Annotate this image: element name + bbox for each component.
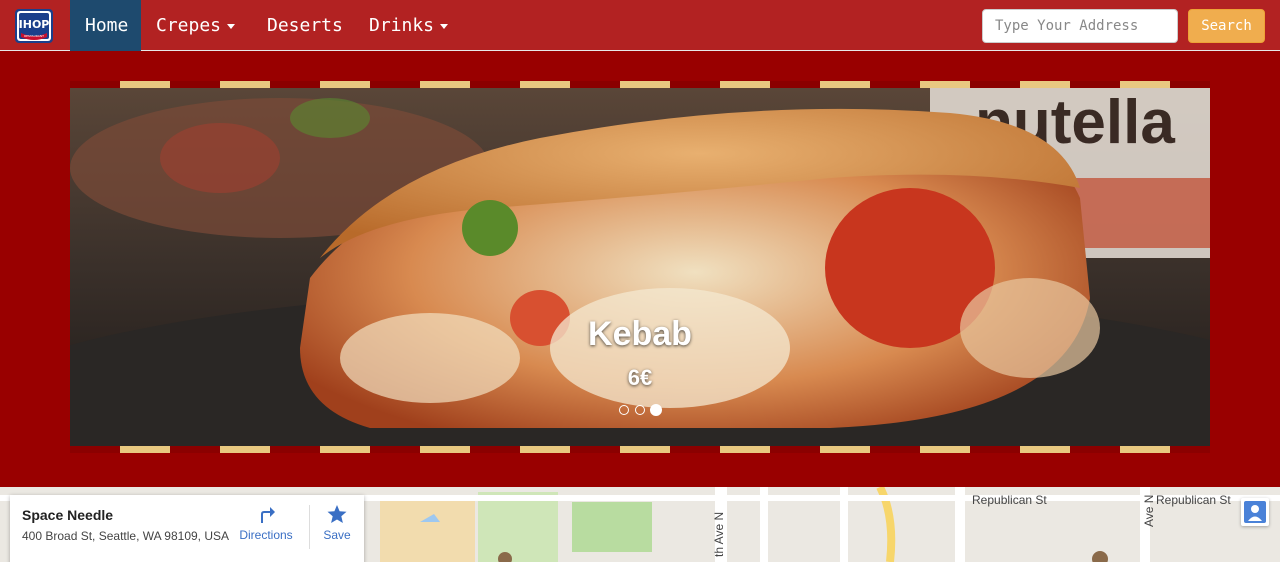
street-label: Ave N [1142,494,1156,527]
logo-subtext: RESTAURANT [24,34,44,38]
carousel-border-bottom [70,446,1210,453]
place-card: Space Needle 400 Broad St, Seattle, WA 9… [10,495,364,562]
nav-home[interactable]: Home [70,0,141,51]
google-map[interactable]: Republican St Republican St th Ave N Ave… [0,487,1280,562]
directions-icon [261,507,275,523]
search-button[interactable]: Search [1188,9,1265,43]
save-button[interactable]: Save [316,503,358,542]
nav-crepes[interactable]: Crepes [141,0,250,51]
card-divider [309,505,310,549]
address-input[interactable] [982,9,1178,43]
carousel-indicator-1[interactable] [619,405,629,415]
star-icon [327,505,347,523]
hero-carousel[interactable]: nutella Kebab 6€ [70,81,1210,453]
street-label: Republican St [1156,493,1231,507]
navbar: IHOP RESTAURANT Home Crepes Deserts Drin… [0,0,1280,51]
logo-text: IHOP [19,18,50,31]
nav-drinks[interactable]: Drinks [354,0,463,51]
place-name: Space Needle [22,507,114,523]
nav-deserts[interactable]: Deserts [252,0,358,51]
directions-button[interactable]: Directions [234,503,298,542]
slide-price: 6€ [627,365,653,390]
caret-down-icon [227,23,236,29]
carousel-indicator-2[interactable] [635,405,645,415]
directions-label: Directions [239,528,293,542]
save-label: Save [323,528,351,542]
nav-crepes-label: Crepes [156,15,222,36]
caret-down-icon [440,23,449,29]
nav-home-label: Home [85,15,129,36]
street-view-button[interactable] [1241,498,1269,526]
slide-title: Kebab [588,315,692,353]
kebab-crepe-photo: nutella [70,88,1210,446]
carousel-indicator-3[interactable] [650,404,662,416]
place-address: 400 Broad St, Seattle, WA 98109, USA [22,529,230,543]
street-label: th Ave N [712,511,726,557]
street-label: Republican St [972,493,1047,507]
person-icon [1244,501,1266,523]
nav-deserts-label: Deserts [267,15,343,36]
carousel-border-top [70,81,1210,88]
ihop-logo[interactable]: IHOP RESTAURANT [14,6,54,46]
nav-drinks-label: Drinks [369,15,435,36]
